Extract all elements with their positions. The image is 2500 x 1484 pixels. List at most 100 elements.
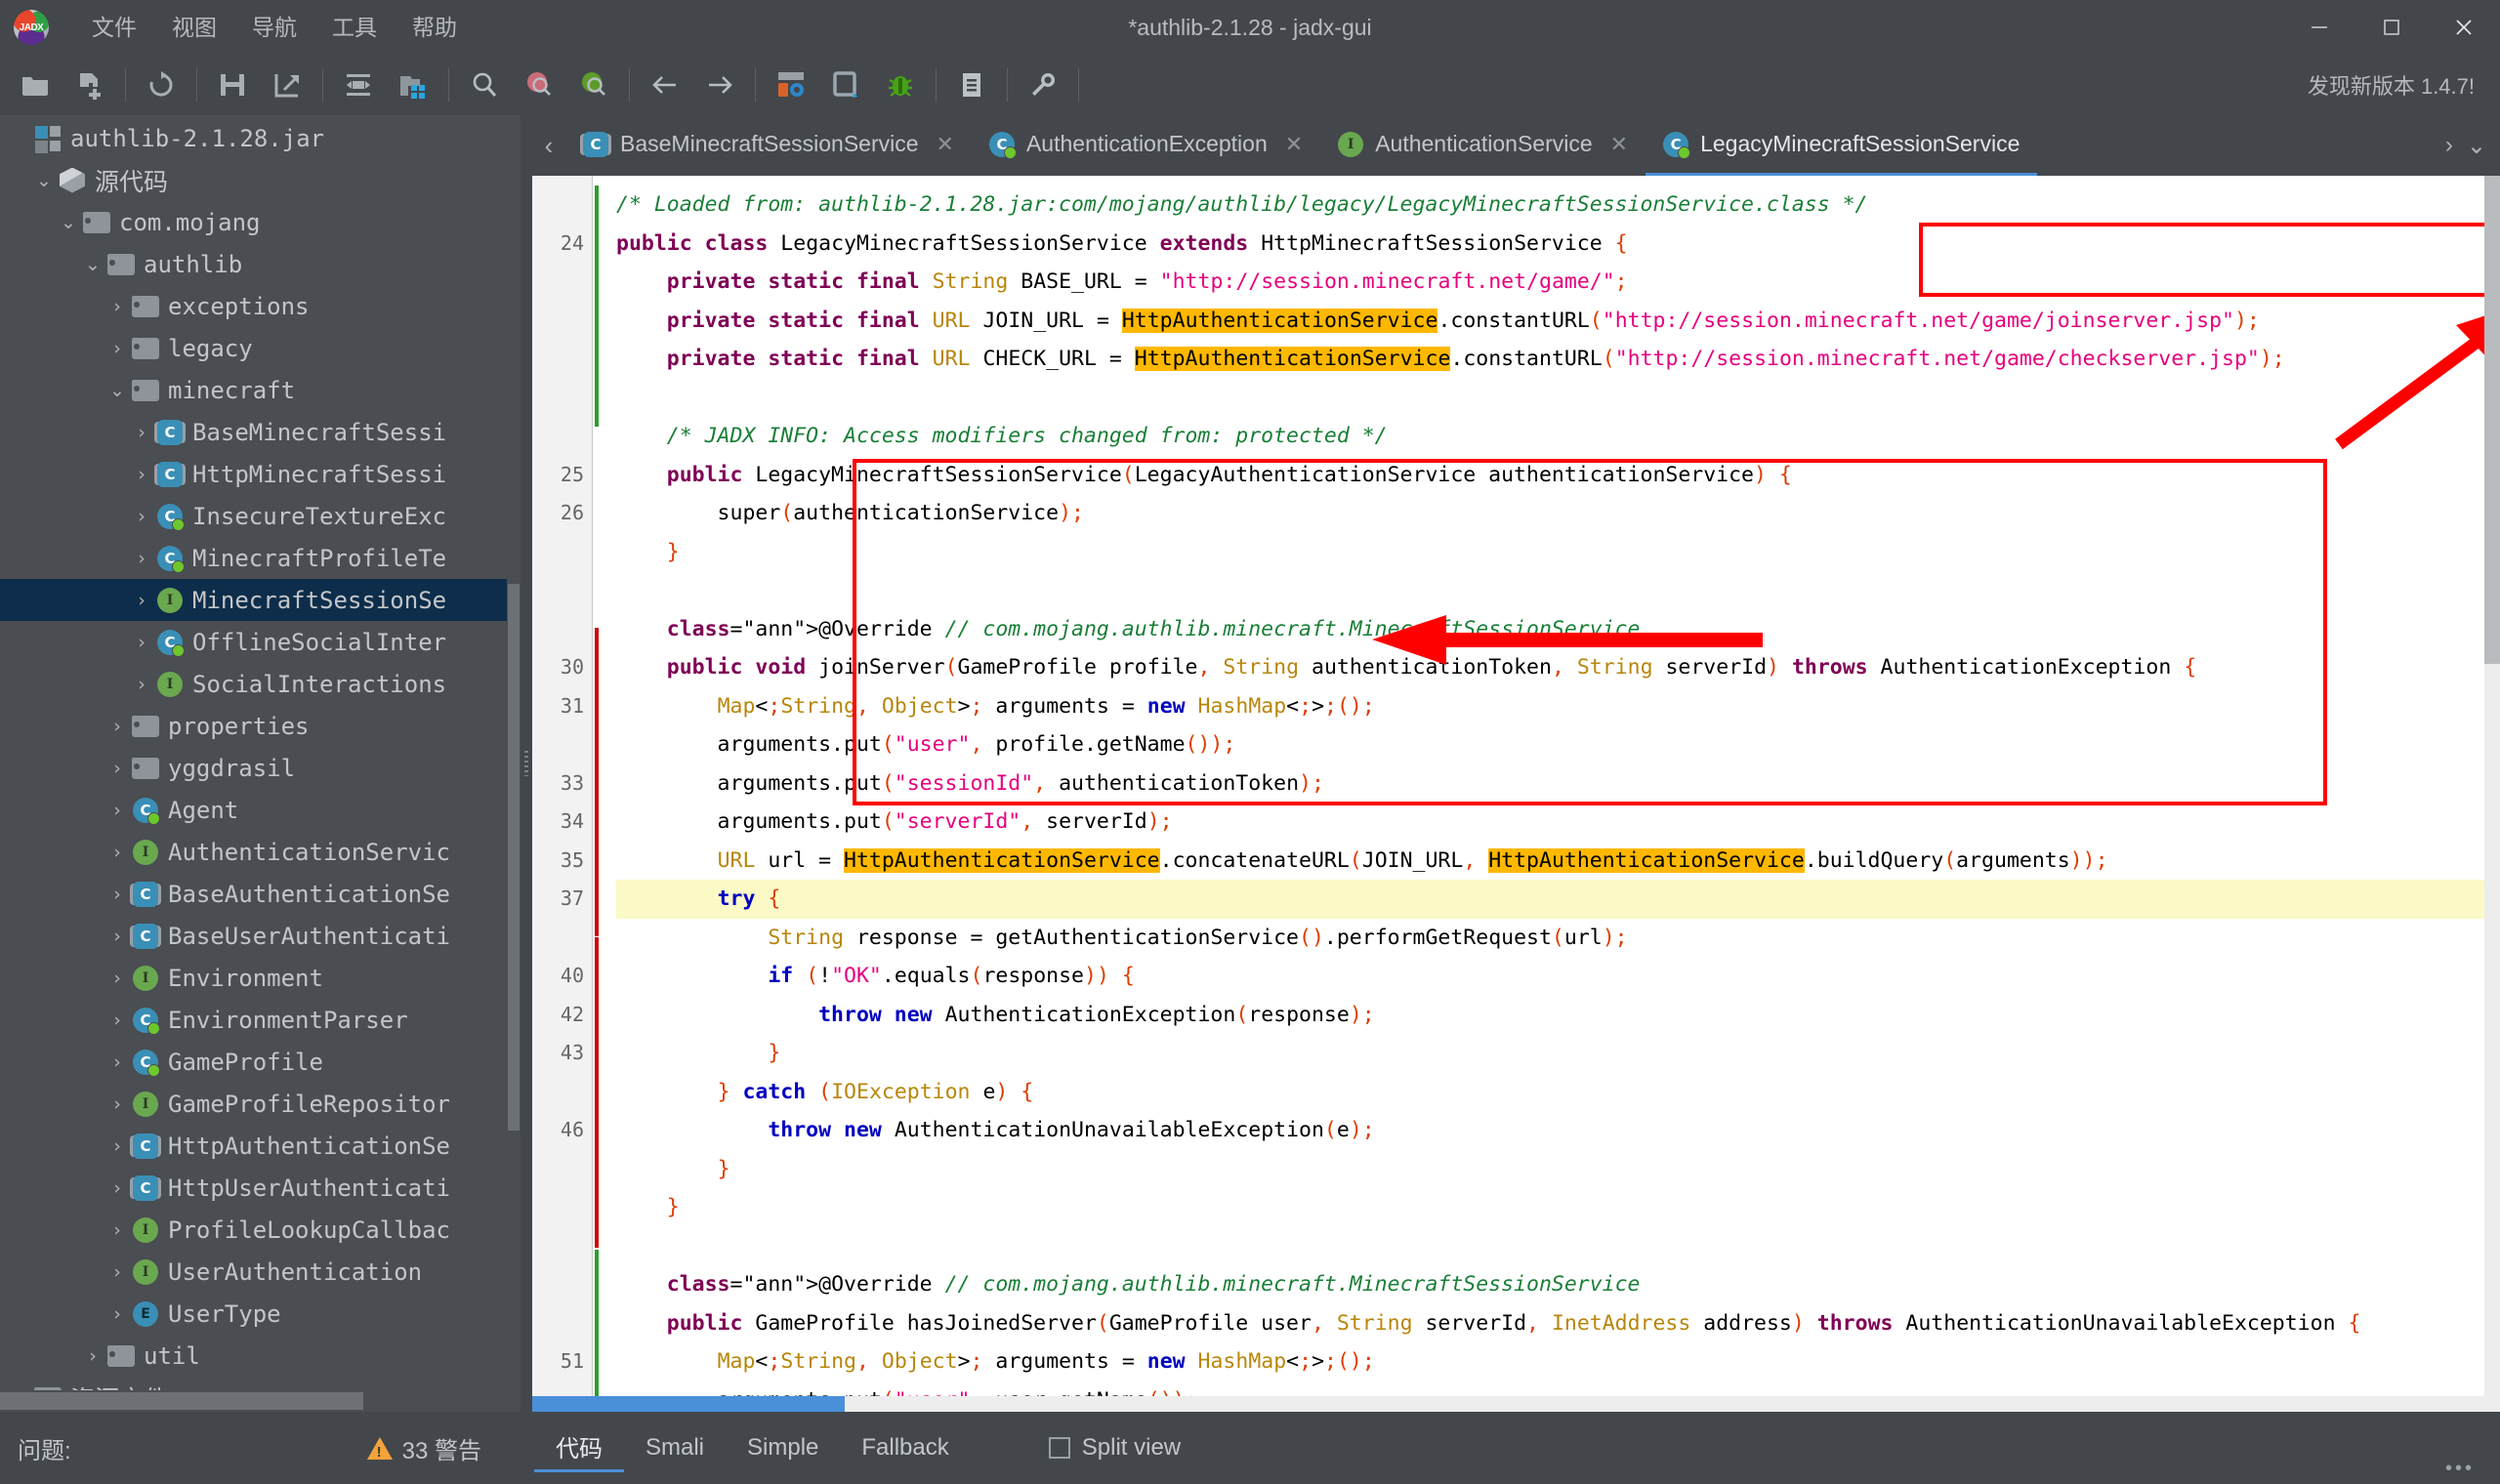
chevron-right-icon[interactable]: › — [128, 506, 155, 527]
chevron-down-icon[interactable]: ⌄ — [55, 212, 82, 233]
tree-node[interactable]: › C HttpAuthenticationSe — [0, 1125, 521, 1167]
tree-node[interactable]: › C GameProfile — [0, 1041, 521, 1083]
view-tab[interactable]: Smali — [624, 1428, 726, 1467]
tabs-list-icon[interactable]: ⌄ — [2467, 132, 2486, 160]
tree-node[interactable]: › I ProfileLookupCallbac — [0, 1209, 521, 1251]
tree-node[interactable]: › I UserAuthentication — [0, 1251, 521, 1293]
chevron-right-icon[interactable]: › — [128, 464, 155, 485]
source-code[interactable]: /* Loaded from: authlib-2.1.28.jar:com/m… — [603, 176, 2500, 1396]
tree-node[interactable]: ⌄ authlib — [0, 243, 521, 285]
view-tab[interactable]: Fallback — [840, 1428, 970, 1467]
add-files-icon[interactable] — [66, 62, 113, 108]
code-line[interactable]: } — [616, 1188, 2500, 1227]
chevron-right-icon[interactable]: › — [104, 1177, 131, 1199]
code-line[interactable]: public class LegacyMinecraftSessionServi… — [616, 225, 2500, 264]
view-mode-tabs[interactable]: 代码 Smali Simple Fallback — [534, 1423, 971, 1472]
code-line[interactable]: public GameProfile hasJoinedServer(GameP… — [616, 1304, 2500, 1343]
chevron-right-icon[interactable]: › — [104, 1010, 131, 1031]
tree-node[interactable]: › C HttpMinecraftSessi — [0, 453, 521, 495]
tree-node[interactable]: › C EnvironmentParser — [0, 999, 521, 1041]
view-tab[interactable]: Simple — [726, 1428, 840, 1467]
tree-node[interactable]: › E UserType — [0, 1293, 521, 1335]
chevron-right-icon[interactable]: › — [128, 422, 155, 443]
open-project-icon[interactable] — [390, 62, 437, 108]
chevron-down-icon[interactable]: ⌄ — [79, 254, 106, 275]
forward-icon[interactable] — [696, 62, 743, 108]
tree-node[interactable]: authlib-2.1.28.jar — [0, 117, 521, 159]
editor-tab[interactable]: C AuthenticationException ✕ — [972, 115, 1320, 176]
chevron-down-icon[interactable]: ⌄ — [104, 380, 131, 401]
tree-horizontal-scroll-thumb[interactable] — [0, 1392, 363, 1410]
code-line[interactable]: throw new AuthenticationException(respon… — [616, 996, 2500, 1035]
close-button[interactable] — [2428, 0, 2500, 55]
pane-splitter[interactable] — [521, 115, 532, 1412]
search-icon[interactable] — [461, 62, 508, 108]
code-line[interactable]: } — [616, 1034, 2500, 1073]
open-file-icon[interactable] — [12, 62, 59, 108]
tree-node[interactable]: ⌄ minecraft — [0, 369, 521, 411]
tree-node[interactable]: › C BaseAuthenticationSe — [0, 873, 521, 915]
maximize-button[interactable] — [2355, 0, 2428, 55]
code-horizontal-scroll-thumb[interactable] — [532, 1396, 845, 1412]
chevron-right-icon[interactable]: › — [128, 632, 155, 653]
code-line[interactable]: arguments.put("user", profile.getName())… — [616, 725, 2500, 764]
code-line[interactable]: Map<;String, Object>; arguments = new Ha… — [616, 687, 2500, 726]
menu-view[interactable]: 视图 — [154, 7, 234, 48]
tab-close-icon[interactable]: ✕ — [937, 132, 954, 157]
tree-vertical-scrollbar[interactable] — [507, 115, 521, 1412]
menu-help[interactable]: 帮助 — [395, 7, 475, 48]
editor-tab[interactable]: C LegacyMinecraftSessionService — [1646, 115, 2038, 176]
code-line[interactable]: URL url = HttpAuthenticationService.conc… — [616, 842, 2500, 881]
update-notice[interactable]: 发现新版本 1.4.7! — [2308, 69, 2475, 101]
code-line[interactable]: public void joinServer(GameProfile profi… — [616, 648, 2500, 687]
minimize-button[interactable] — [2283, 0, 2355, 55]
code-line[interactable]: String response = getAuthenticationServi… — [616, 919, 2500, 958]
menu-navigation[interactable]: 导航 — [234, 7, 314, 48]
split-view-toggle[interactable]: Split view — [1048, 1434, 1181, 1462]
save-all-icon[interactable] — [209, 62, 256, 108]
code-vertical-scrollbar[interactable] — [2484, 176, 2500, 1396]
chevron-right-icon[interactable]: › — [79, 1345, 106, 1367]
chevron-right-icon[interactable]: › — [104, 1051, 131, 1073]
chevron-down-icon[interactable]: ⌄ — [30, 170, 58, 191]
deobfuscation-icon[interactable] — [768, 62, 814, 108]
code-line[interactable] — [616, 1227, 2500, 1266]
tree-node[interactable]: › exceptions — [0, 285, 521, 327]
code-line[interactable]: /* Loaded from: authlib-2.1.28.jar:com/m… — [616, 186, 2500, 225]
tree-node[interactable]: › I Environment — [0, 957, 521, 999]
tree-node[interactable]: › properties — [0, 705, 521, 747]
tree-node[interactable]: › util — [0, 1335, 521, 1377]
tabs-scroll-right-icon[interactable]: › — [2445, 132, 2453, 159]
tree-node[interactable]: › I MinecraftSessionSe — [0, 579, 521, 621]
tree-node[interactable]: › C InsecureTextureExc — [0, 495, 521, 537]
code-line[interactable]: arguments.put("serverId", serverId); — [616, 803, 2500, 842]
chevron-right-icon[interactable]: › — [104, 1261, 131, 1283]
chevron-right-icon[interactable]: › — [104, 926, 131, 947]
editor-tab[interactable]: I AuthenticationService ✕ — [1320, 115, 1646, 176]
code-line[interactable]: } catch (IOException e) { — [616, 1073, 2500, 1112]
tree-node[interactable]: › I GameProfileRepositor — [0, 1083, 521, 1125]
code-line[interactable]: class="ann">@Override // com.mojang.auth… — [616, 1265, 2500, 1304]
chevron-right-icon[interactable]: › — [128, 590, 155, 611]
tab-close-icon[interactable]: ✕ — [1285, 132, 1303, 157]
warning-count[interactable]: 33 警告 — [366, 1431, 481, 1465]
chevron-right-icon[interactable]: › — [104, 338, 131, 359]
tabs-scroll-left-icon[interactable]: ‹ — [532, 115, 565, 176]
code-line[interactable] — [616, 379, 2500, 418]
menu-tools[interactable]: 工具 — [314, 7, 395, 48]
tree-horizontal-scrollbar[interactable] — [0, 1390, 521, 1412]
tree-node[interactable]: › legacy — [0, 327, 521, 369]
view-tab[interactable]: 代码 — [534, 1423, 624, 1472]
editor-tabs[interactable]: ‹ C BaseMinecraftSessionService ✕ C Authenti… — [532, 115, 2500, 176]
tree-node[interactable]: › C BaseUserAuthenticati — [0, 915, 521, 957]
code-horizontal-scrollbar[interactable] — [532, 1396, 2500, 1412]
chevron-right-icon[interactable]: › — [104, 758, 131, 779]
tree-node[interactable]: › C MinecraftProfileTe — [0, 537, 521, 579]
tree-node[interactable]: › I AuthenticationServic — [0, 831, 521, 873]
export-gradle-icon[interactable] — [264, 62, 311, 108]
code-line[interactable]: arguments.put("sessionId", authenticatio… — [616, 764, 2500, 804]
code-line[interactable]: Map<;String, Object>; arguments = new Ha… — [616, 1342, 2500, 1381]
tree-vertical-scroll-thumb[interactable] — [508, 584, 520, 1131]
code-line[interactable]: private static final URL JOIN_URL = Http… — [616, 302, 2500, 341]
reload-icon[interactable] — [138, 62, 185, 108]
